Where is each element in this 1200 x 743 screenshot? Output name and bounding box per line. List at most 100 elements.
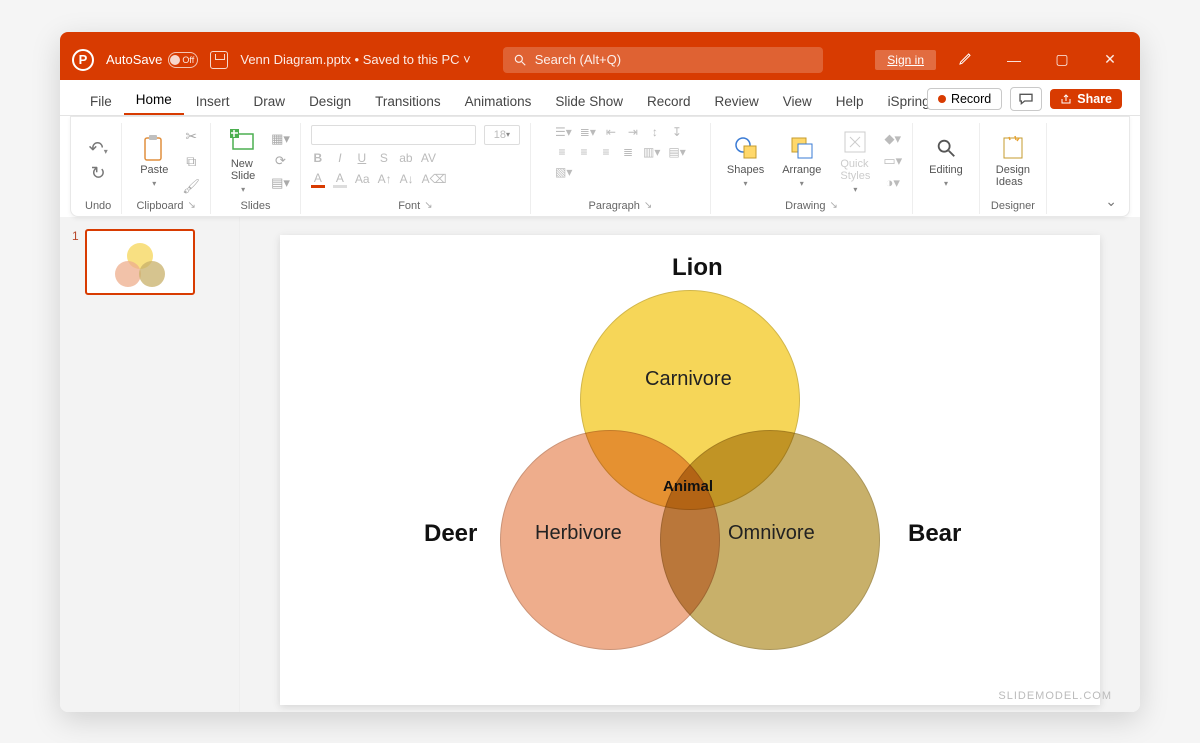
tab-slideshow[interactable]: Slide Show bbox=[543, 86, 635, 115]
undo-button[interactable]: ↶▾ bbox=[89, 138, 108, 159]
increase-indent-button[interactable]: ⇥ bbox=[626, 125, 640, 139]
slide-canvas[interactable]: Lion Deer Bear Carnivore Herbivore Omniv… bbox=[280, 235, 1100, 705]
shape-fill-button[interactable]: ◆▾ bbox=[884, 131, 901, 147]
thumbnail-slide-1[interactable]: 1 bbox=[72, 229, 227, 295]
justify-button[interactable]: ≣ bbox=[621, 145, 635, 159]
comments-button[interactable] bbox=[1010, 87, 1042, 111]
maximize-button[interactable]: ▢ bbox=[1044, 51, 1080, 68]
tab-view[interactable]: View bbox=[771, 86, 824, 115]
font-family-dropdown[interactable] bbox=[311, 125, 476, 145]
tab-animations[interactable]: Animations bbox=[453, 86, 544, 115]
minimize-button[interactable]: — bbox=[996, 52, 1032, 68]
redo-button[interactable]: ↻ bbox=[91, 163, 106, 184]
paste-button[interactable]: Paste▾ bbox=[132, 131, 176, 192]
venn-title-lion[interactable]: Lion bbox=[672, 254, 723, 282]
copy-button[interactable]: ⧉ bbox=[186, 153, 196, 170]
shape-effects-button[interactable]: ◑▾ bbox=[886, 175, 900, 191]
clipboard-launcher[interactable]: ↘ bbox=[188, 200, 196, 211]
save-icon[interactable] bbox=[210, 51, 228, 69]
thumbnail-number: 1 bbox=[72, 229, 79, 295]
text-direction-button[interactable]: ↧ bbox=[670, 125, 684, 139]
venn-label-animal[interactable]: Animal bbox=[663, 478, 713, 495]
decrease-indent-button[interactable]: ⇤ bbox=[604, 125, 618, 139]
venn-label-carnivore[interactable]: Carnivore bbox=[645, 368, 732, 391]
search-input[interactable]: Search (Alt+Q) bbox=[503, 47, 823, 73]
tab-insert[interactable]: Insert bbox=[184, 86, 242, 115]
group-slides: New Slide▾ ▦▾ ⟳ ▤▾ Slides bbox=[211, 123, 301, 214]
quick-styles-button[interactable]: Quick Styles▾ bbox=[833, 125, 877, 198]
layout-button[interactable]: ▦▾ bbox=[271, 131, 290, 147]
venn-label-herbivore[interactable]: Herbivore bbox=[535, 522, 622, 545]
group-label-slides: Slides bbox=[241, 198, 271, 212]
arrange-button[interactable]: Arrange▾ bbox=[776, 131, 827, 192]
font-launcher[interactable]: ↘ bbox=[424, 200, 432, 211]
convert-smartart-button[interactable]: ▧▾ bbox=[555, 165, 572, 179]
search-placeholder: Search (Alt+Q) bbox=[535, 52, 621, 67]
tab-record[interactable]: Record bbox=[635, 86, 703, 115]
shape-outline-button[interactable]: ▭▾ bbox=[883, 153, 902, 169]
tab-design[interactable]: Design bbox=[297, 86, 363, 115]
tab-draw[interactable]: Draw bbox=[242, 86, 298, 115]
align-right-button[interactable]: ≡ bbox=[599, 145, 613, 159]
group-label-clipboard: Clipboard bbox=[136, 200, 183, 212]
clear-formatting-button[interactable]: A⌫ bbox=[422, 172, 447, 186]
shadow-button[interactable]: S bbox=[377, 151, 391, 165]
drawing-launcher[interactable]: ↘ bbox=[830, 200, 838, 211]
shapes-button[interactable]: Shapes▾ bbox=[721, 131, 770, 192]
cut-button[interactable]: ✂ bbox=[185, 128, 197, 145]
reset-button[interactable]: ⟳ bbox=[275, 153, 286, 169]
slide-stage[interactable]: Lion Deer Bear Carnivore Herbivore Omniv… bbox=[240, 217, 1140, 712]
search-icon bbox=[513, 53, 527, 67]
pen-mode-button[interactable] bbox=[948, 50, 984, 69]
record-button[interactable]: Record bbox=[927, 88, 1002, 110]
tab-transitions[interactable]: Transitions bbox=[363, 86, 453, 115]
columns-button[interactable]: ▥▾ bbox=[643, 145, 660, 159]
venn-title-deer[interactable]: Deer bbox=[424, 520, 477, 548]
font-size-dropdown[interactable]: 18▾ bbox=[484, 125, 520, 145]
change-case-button[interactable]: Aa bbox=[355, 172, 370, 186]
character-spacing-button[interactable]: AV bbox=[421, 151, 436, 165]
highlight-button[interactable]: A bbox=[333, 171, 347, 188]
tab-help[interactable]: Help bbox=[824, 86, 876, 115]
record-dot-icon bbox=[938, 95, 946, 103]
new-slide-button[interactable]: New Slide▾ bbox=[221, 125, 265, 198]
editing-button[interactable]: Editing▾ bbox=[923, 131, 969, 192]
group-label-paragraph: Paragraph bbox=[589, 200, 640, 212]
paragraph-launcher[interactable]: ↘ bbox=[644, 200, 652, 211]
line-spacing-button[interactable]: ↕ bbox=[648, 125, 662, 139]
numbering-button[interactable]: ≣▾ bbox=[580, 125, 596, 139]
collapse-ribbon-button[interactable]: ⌄ bbox=[1105, 193, 1117, 210]
align-center-button[interactable]: ≡ bbox=[577, 145, 591, 159]
grow-font-button[interactable]: A↑ bbox=[378, 172, 392, 186]
autosave-toggle[interactable]: AutoSave Off bbox=[106, 52, 198, 68]
tab-review[interactable]: Review bbox=[703, 86, 771, 115]
shrink-font-button[interactable]: A↓ bbox=[400, 172, 414, 186]
design-ideas-button[interactable]: Design Ideas bbox=[990, 131, 1036, 192]
tab-home[interactable]: Home bbox=[124, 84, 184, 115]
format-painter-button[interactable]: 🖌 bbox=[182, 178, 200, 195]
tab-file[interactable]: File bbox=[78, 86, 124, 115]
thumbnail-panel[interactable]: 1 bbox=[60, 217, 240, 712]
bold-button[interactable]: B bbox=[311, 151, 325, 165]
group-label-drawing: Drawing bbox=[785, 200, 825, 212]
align-text-button[interactable]: ▤▾ bbox=[668, 145, 685, 159]
section-button[interactable]: ▤▾ bbox=[271, 175, 290, 191]
venn-label-omnivore[interactable]: Omnivore bbox=[728, 522, 815, 545]
venn-title-bear[interactable]: Bear bbox=[908, 520, 961, 548]
strikethrough-button[interactable]: ab bbox=[399, 151, 413, 165]
bullets-button[interactable]: ☰▾ bbox=[555, 125, 572, 139]
document-title[interactable]: Venn Diagram.pptx • Saved to this PC ˅ bbox=[240, 52, 470, 67]
close-button[interactable]: ✕ bbox=[1092, 51, 1128, 68]
font-color-button[interactable]: A bbox=[311, 171, 325, 188]
italic-button[interactable]: I bbox=[333, 151, 347, 165]
watermark: SLIDEMODEL.COM bbox=[998, 690, 1112, 702]
underline-button[interactable]: U bbox=[355, 151, 369, 165]
new-slide-icon bbox=[230, 129, 256, 155]
group-font: 18▾ B I U S ab AV A A Aa A↑ A↓ A⌫ bbox=[301, 123, 531, 214]
group-label-font: Font bbox=[398, 200, 420, 212]
align-left-button[interactable]: ≡ bbox=[555, 145, 569, 159]
sign-in-button[interactable]: Sign in bbox=[875, 50, 936, 70]
thumbnail-preview bbox=[85, 229, 195, 295]
share-button[interactable]: Share bbox=[1050, 89, 1122, 109]
group-label-designer: Designer bbox=[991, 198, 1035, 212]
